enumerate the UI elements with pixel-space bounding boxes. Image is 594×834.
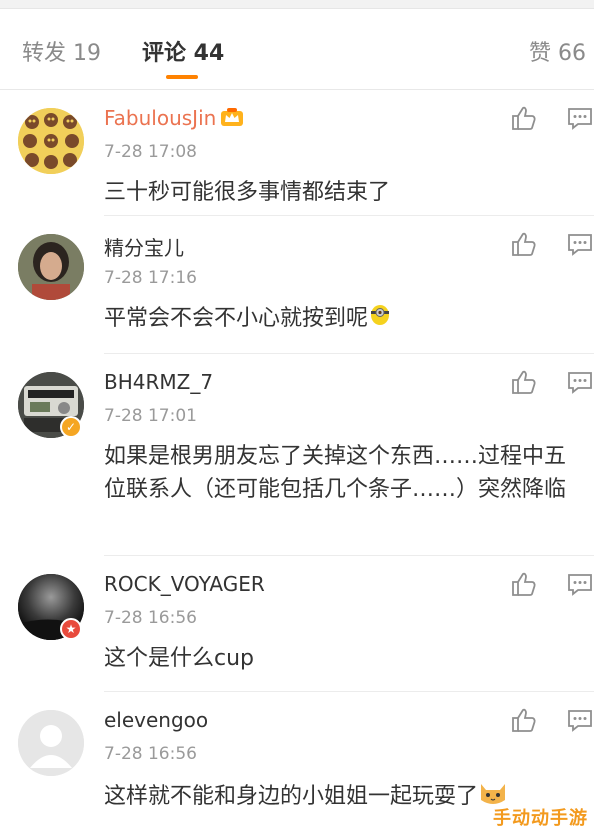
username[interactable]: elevengoo [104, 708, 208, 732]
comment-time: 7-28 17:01 [104, 406, 197, 426]
comment-item: FabulousJin 7-28 17:08 三十秒可能很多事情都结束了 [0, 90, 594, 216]
comment-text: 如果是根男朋友忘了关掉这个东西……过程中五位联系人（还可能包括几个条子……）突然… [104, 444, 567, 502]
comment-time: 7-28 16:56 [104, 608, 197, 628]
username[interactable]: 精分宝儿 [104, 232, 184, 261]
comment-item: 精分宝儿 7-28 17:16 平常会不会不小心就按到呢 [0, 216, 594, 354]
active-tab-indicator [166, 75, 198, 79]
comment-item: ✓ BH4RMZ_7 7-28 17:01 如果是根男朋友忘了关掉这个东西……过… [0, 354, 594, 556]
like-icon[interactable] [510, 706, 538, 734]
avatar[interactable] [18, 108, 84, 174]
watermark: 手动动手游 [493, 808, 588, 829]
minion-emoji-icon [368, 302, 392, 336]
like-icon[interactable] [510, 570, 538, 598]
reply-icon[interactable] [566, 570, 594, 598]
comment-item: ★ ROCK_VOYAGER 7-28 16:56 这个是什么cup [0, 556, 594, 692]
comment-text: 三十秒可能很多事情都结束了 [104, 180, 391, 205]
username[interactable]: ROCK_VOYAGER [104, 572, 265, 596]
username[interactable]: BH4RMZ_7 [104, 370, 213, 394]
comment-text: 平常会不会不小心就按到呢 [104, 302, 584, 336]
reply-icon[interactable] [566, 230, 594, 258]
star-badge-icon: ★ [60, 618, 82, 640]
comment-time: 7-28 17:08 [104, 142, 197, 162]
like-icon[interactable] [510, 230, 538, 258]
like-icon[interactable] [510, 104, 538, 132]
tab-repost[interactable]: 转发 19 [22, 35, 101, 67]
top-divider [0, 0, 594, 9]
avatar[interactable] [18, 710, 84, 776]
avatar[interactable] [18, 234, 84, 300]
comment-time: 7-28 17:16 [104, 268, 197, 288]
username[interactable]: FabulousJin [104, 106, 244, 133]
like-icon[interactable] [510, 368, 538, 396]
comment-time: 7-28 16:56 [104, 744, 197, 764]
tab-bar: 转发 19 评论 44 赞 66 [0, 9, 594, 90]
tab-comments[interactable]: 评论 44 [142, 35, 224, 67]
vip-crown-icon [220, 106, 244, 133]
reply-icon[interactable] [566, 706, 594, 734]
reply-icon[interactable] [566, 104, 594, 132]
tab-likes[interactable]: 赞 66 [529, 35, 586, 67]
comment-text: 这个是什么cup [104, 646, 255, 671]
verified-badge-icon: ✓ [60, 416, 82, 438]
reply-icon[interactable] [566, 368, 594, 396]
